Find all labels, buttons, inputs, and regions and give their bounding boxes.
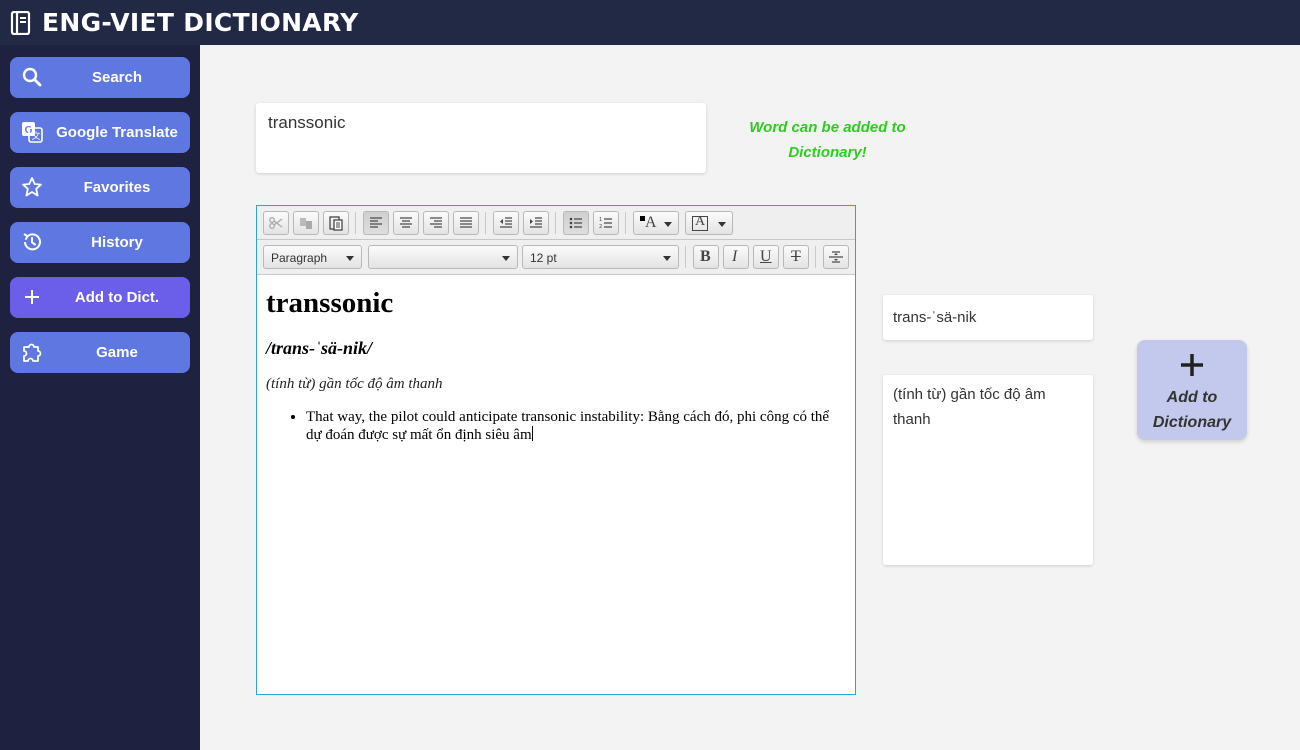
indent-icon [530, 217, 542, 228]
underline-icon: U [760, 248, 772, 265]
font-size-select[interactable]: 12 pt [522, 245, 679, 269]
sidebar-item-label: Google Translate [56, 124, 178, 141]
meaning-field-container: (tính từ) gần tốc độ âm thanh [883, 375, 1093, 565]
definition-heading: transsonic [266, 287, 394, 319]
add-to-dictionary-button[interactable]: Add to Dictionary [1137, 340, 1247, 440]
svg-text:2: 2 [599, 224, 602, 230]
align-center-button[interactable] [393, 211, 419, 235]
toolbar-separator [485, 212, 486, 234]
sidebar-item-label: Favorites [83, 179, 151, 196]
definition-pronunciation: /trans-ˈsä-nik/ [266, 338, 373, 358]
scissors-icon [269, 217, 283, 229]
numbered-list-button[interactable]: 12 [593, 211, 619, 235]
bold-icon: B [700, 248, 711, 265]
align-justify-icon [460, 217, 472, 228]
sidebar-item-label: Search [91, 69, 143, 86]
example-text: That way, the pilot could anticipate tra… [306, 409, 830, 443]
insert-horizontal-rule-button[interactable] [823, 245, 849, 269]
align-left-button[interactable] [363, 211, 389, 235]
toolbar-separator [555, 212, 556, 234]
strikethrough-button[interactable]: T [783, 245, 809, 269]
sidebar-item-search[interactable]: Search [10, 57, 190, 98]
chevron-down-icon [346, 256, 354, 261]
paragraph-style-value: Paragraph [271, 251, 328, 265]
clipboard-icon [329, 216, 343, 231]
outdent-icon [500, 217, 512, 228]
sidebar-item-label: History [91, 234, 143, 251]
translate-icon: G 文 [22, 122, 43, 143]
toolbar-separator [685, 246, 686, 268]
sidebar-item-google-translate[interactable]: G 文 Google Translate [10, 112, 190, 153]
horizontal-rule-icon [829, 251, 843, 263]
sidebar: Search G 文 Google Translate Favorites Hi… [0, 45, 200, 750]
bold-button[interactable]: B [693, 245, 719, 269]
copy-button[interactable] [293, 211, 319, 235]
definition-part-of-speech: (tính từ) gần tốc độ âm thanh [266, 376, 443, 392]
background-color-button[interactable]: A [685, 211, 733, 235]
pronunciation-field[interactable] [883, 295, 1093, 340]
copy-icon [300, 218, 312, 229]
chevron-down-icon [664, 222, 672, 227]
plus-icon [1181, 354, 1203, 376]
paste-button[interactable] [323, 211, 349, 235]
svg-text:文: 文 [31, 130, 40, 142]
chevron-down-icon [663, 256, 671, 261]
text-color-button[interactable]: A [633, 211, 679, 235]
align-left-icon [370, 217, 382, 228]
plus-icon [25, 290, 39, 304]
align-right-icon [430, 217, 442, 228]
sidebar-item-history[interactable]: History [10, 222, 190, 263]
outdent-button[interactable] [493, 211, 519, 235]
sidebar-item-game[interactable]: Game [10, 332, 190, 373]
italic-icon: I [732, 248, 738, 265]
font-family-select[interactable] [368, 245, 518, 269]
italic-button[interactable]: I [723, 245, 749, 269]
editor-toolbar-top: 12 A A [257, 206, 855, 240]
title-bar: ENG-VIET DICTIONARY [0, 0, 1300, 45]
sidebar-item-add-to-dict[interactable]: Add to Dict. [10, 277, 190, 318]
search-icon [22, 67, 42, 87]
align-justify-button[interactable] [453, 211, 479, 235]
numbered-list-icon: 12 [599, 217, 612, 230]
font-size-value: 12 pt [530, 251, 557, 265]
history-icon [23, 233, 41, 251]
html-editor[interactable]: 12 A A Paragraph 12 pt B I U T transsoni… [256, 205, 856, 695]
toolbar-separator [815, 246, 816, 268]
strikethrough-icon: T [791, 248, 801, 265]
star-icon [22, 177, 42, 197]
status-message: Word can be added to Dictionary! [749, 119, 906, 161]
chevron-down-icon [718, 222, 726, 227]
word-input[interactable] [256, 103, 706, 143]
bullet-list-icon [569, 217, 582, 229]
sidebar-item-label: Game [96, 344, 138, 361]
puzzle-icon [23, 343, 42, 362]
chevron-down-icon [502, 256, 510, 261]
add-to-dictionary-label: Add to Dictionary [1152, 389, 1232, 431]
example-list: That way, the pilot could anticipate tra… [266, 408, 846, 444]
cut-button[interactable] [263, 211, 289, 235]
sidebar-item-favorites[interactable]: Favorites [10, 167, 190, 208]
book-icon [10, 11, 31, 35]
example-item: That way, the pilot could anticipate tra… [306, 408, 846, 444]
svg-text:1: 1 [599, 217, 602, 223]
background-color-icon: A [695, 214, 706, 229]
editor-toolbar-bottom: Paragraph 12 pt B I U T [257, 240, 855, 275]
toolbar-separator [625, 212, 626, 234]
font-color-icon: A [645, 214, 657, 231]
align-right-button[interactable] [423, 211, 449, 235]
text-cursor [531, 426, 533, 441]
word-input-container [256, 103, 706, 173]
toolbar-separator [355, 212, 356, 234]
meaning-field[interactable]: (tính từ) gần tốc độ âm thanh [883, 375, 1093, 565]
pronunciation-field-container [883, 295, 1093, 340]
paragraph-style-select[interactable]: Paragraph [263, 245, 362, 269]
underline-button[interactable]: U [753, 245, 779, 269]
bullet-list-button[interactable] [563, 211, 589, 235]
indent-button[interactable] [523, 211, 549, 235]
editor-content[interactable]: transsonic /trans-ˈsä-nik/ (tính từ) gần… [257, 276, 855, 694]
align-center-icon [400, 217, 412, 228]
sidebar-item-label: Add to Dict. [74, 289, 160, 306]
app-title: ENG-VIET DICTIONARY [42, 8, 359, 37]
